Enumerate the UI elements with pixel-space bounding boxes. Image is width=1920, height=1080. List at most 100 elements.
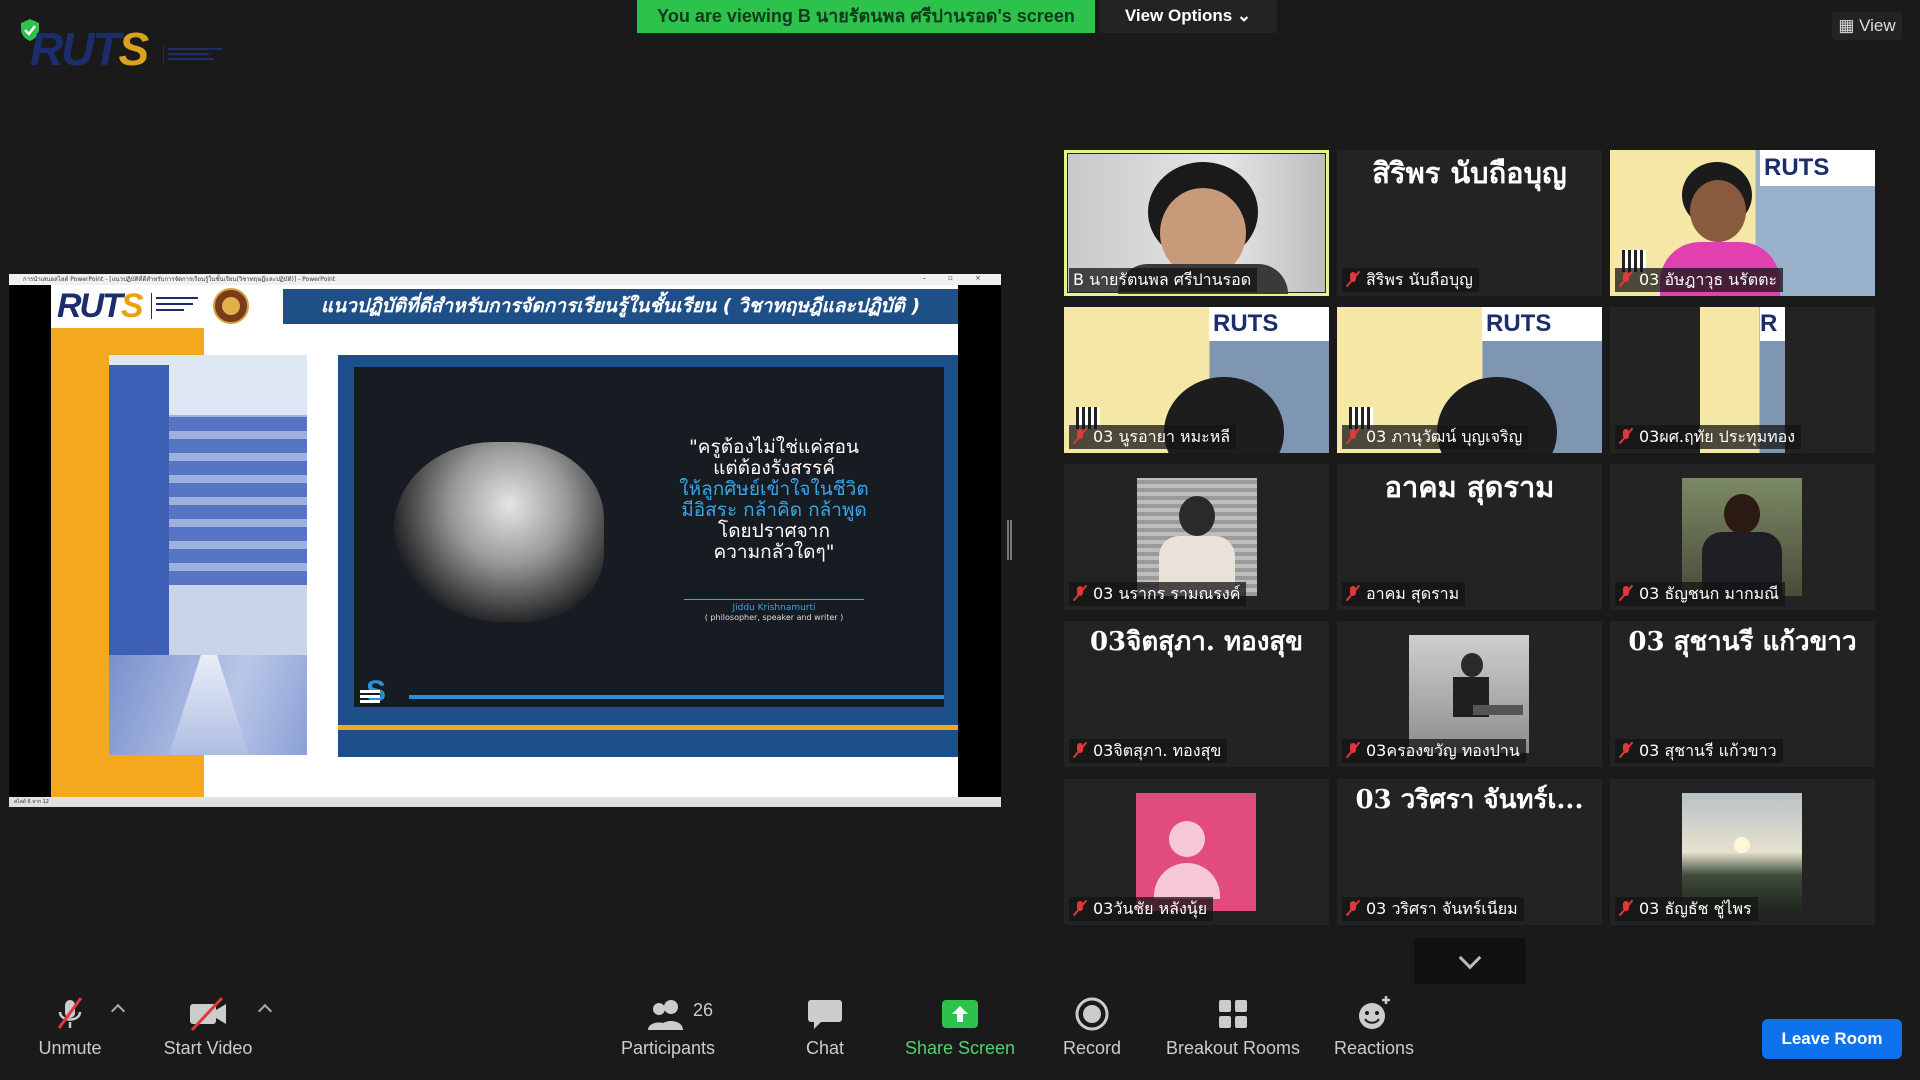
slide-title: แนวปฏิบัติที่ดีสำหรับการจัดการเรียนรู้ใน… [320, 295, 921, 317]
slide-blue-line [409, 695, 944, 699]
participant-name: 03ครองขวัญ ทองปาน [1366, 741, 1520, 760]
participant-tile[interactable]: RUTS 03 ภานุวัฒน์ บุญเจริญ [1337, 307, 1602, 453]
unmute-button[interactable]: Unmute [30, 992, 110, 1059]
participant-name-label: 03จิตสุภา. ทองสุข [1069, 739, 1228, 763]
reactions-icon [1359, 996, 1390, 1029]
quote-panel: "ครูต้องไม่ใช่แค่สอน แต่ต้องรังสรรค์ ให้… [338, 355, 958, 757]
powerpoint-statusbar: สไลด์ 6 จาก 12 [9, 797, 1001, 807]
participant-name: 03 สุชานรี แก้วขาว [1639, 741, 1777, 760]
mic-muted-icon [1073, 427, 1087, 445]
participant-name: 03 นูรอายา หมะหลี [1093, 427, 1231, 446]
start-video-button[interactable]: Start Video [158, 992, 258, 1059]
slide-orange-line [338, 725, 958, 730]
share-screen-icon [942, 1000, 978, 1028]
video-off-icon [190, 996, 226, 1032]
quote-text: "ครูต้องไม่ใช่แค่สอน แต่ต้องรังสรรค์ ให้… [679, 436, 869, 563]
quote-author: Jiddu Krishnamurti ( philosopher, speake… [684, 599, 864, 622]
reactions-button[interactable]: Reactions [1330, 992, 1418, 1059]
participant-tile[interactable]: 03 นรากร รามณรงค์ [1064, 464, 1329, 610]
record-icon [1075, 997, 1109, 1031]
record-button[interactable]: Record [1055, 992, 1129, 1059]
participant-tile[interactable]: 03 สุชานรี แก้วขาว 03 สุชานรี แก้วขาว [1610, 621, 1875, 767]
breakout-rooms-button[interactable]: Breakout Rooms [1160, 992, 1306, 1059]
participant-name-label: 03 อัษฎาวุธ นรัตตะ [1615, 268, 1784, 292]
participant-name: 03จิตสุภา. ทองสุข [1093, 741, 1222, 760]
chat-button[interactable]: Chat [790, 992, 860, 1059]
audio-options-chevron-icon[interactable] [110, 1003, 126, 1019]
shared-screen: การนำเสนอสไลด์ PowerPoint - [แนวปฏิบัติท… [9, 274, 1001, 807]
view-layout-button[interactable]: ▦ View [1832, 12, 1902, 40]
participant-tile[interactable]: RUTS 03 อัษฎาวุธ นรัตตะ [1610, 150, 1875, 296]
participant-name-label: 03ครองขวัญ ทองปาน [1342, 739, 1526, 763]
participant-name-label: สิริพร นับถือบุญ [1342, 268, 1479, 292]
participant-display-name: 03จิตสุภา. ทองสุข [1089, 627, 1304, 657]
participant-name: 03 ธัญธัช ชู่ไพร [1639, 899, 1752, 918]
mic-muted-icon [1073, 899, 1087, 917]
slide-s-icon: S [359, 675, 387, 708]
video-options-chevron-icon[interactable] [257, 1003, 273, 1019]
slide-title-bar: แนวปฏิบัติที่ดีสำหรับการจัดการเรียนรู้ใน… [283, 289, 958, 324]
building-image [109, 355, 307, 755]
participant-tile[interactable]: B นายรัตนพล ศรีปานรอด [1064, 150, 1329, 296]
university-seal-icon [213, 288, 249, 324]
participant-tile[interactable]: อาคม สุดราม อาคม สุดราม [1337, 464, 1602, 610]
krishnamurti-portrait [394, 442, 604, 622]
window-controls: – ▫ × [922, 274, 991, 282]
view-options-button[interactable]: View Options ⌄ [1099, 0, 1277, 33]
participant-name: อาคม สุดราม [1366, 584, 1460, 603]
participant-name-label: 03 สุชานรี แก้วขาว [1615, 739, 1783, 763]
participant-name-label: 03 ธัญชนก มากมณี [1615, 582, 1786, 606]
participant-name-label: 03 นูรอายา หมะหลี [1069, 425, 1237, 449]
leave-room-button[interactable]: Leave Room [1762, 1019, 1902, 1059]
breakout-rooms-icon [1219, 1000, 1247, 1028]
participant-tile[interactable]: สิริพร นับถือบุญ สิริพร นับถือบุญ [1337, 150, 1602, 296]
participant-tile[interactable]: 03จิตสุภา. ทองสุข 03จิตสุภา. ทองสุข [1064, 621, 1329, 767]
participant-tile[interactable]: 03 ธัญธัช ชู่ไพร [1610, 779, 1875, 925]
participant-name-label: B นายรัตนพล ศรีปานรอด [1069, 268, 1258, 292]
mic-muted-icon [1346, 270, 1360, 288]
slide-rut-logo: RUTS [57, 287, 144, 325]
participant-name: 03 ธัญชนก มากมณี [1639, 584, 1780, 603]
participant-display-name: 03 สุชานรี แก้วขาว [1628, 627, 1857, 657]
viewing-screen-banner: You are viewing B นายรัตนพล ศรีปานรอด's … [637, 0, 1095, 33]
mic-muted-icon [1346, 584, 1360, 602]
powerpoint-titlebar: การนำเสนอสไลด์ PowerPoint - [แนวปฏิบัติท… [9, 274, 1001, 285]
participants-icon [648, 1000, 683, 1030]
participant-name: 03 อัษฎาวุธ นรัตตะ [1639, 270, 1778, 289]
participant-tile[interactable]: 03วันชัย หลังนุ้ย [1064, 779, 1329, 925]
split-view-handle[interactable] [1007, 520, 1012, 560]
participant-tile[interactable]: R 03ผศ.ฤทัย ประทุมทอง [1610, 307, 1875, 453]
participant-name: 03 ภานุวัฒน์ บุญเจริญ [1366, 427, 1523, 446]
mic-muted-icon [57, 997, 83, 1029]
participant-name: 03 นรากร รามณรงค์ [1093, 584, 1241, 603]
participant-tile[interactable]: 03 ธัญชนก มากมณี [1610, 464, 1875, 610]
participant-display-name: 03 วริศรา จันทร์เ... [1355, 785, 1584, 815]
share-screen-button[interactable]: Share Screen [900, 992, 1020, 1059]
mic-muted-icon [1346, 741, 1360, 759]
mic-muted-icon [1073, 584, 1087, 602]
participants-button[interactable]: 26 Participants [612, 992, 724, 1059]
participant-name: B นายรัตนพล ศรีปานรอด [1073, 270, 1252, 289]
mic-muted-icon [1619, 741, 1633, 759]
mic-muted-icon [1619, 270, 1633, 288]
participant-display-name: สิริพร นับถือบุญ [1372, 156, 1567, 190]
participant-name: 03ผศ.ฤทัย ประทุมทอง [1639, 427, 1796, 446]
participant-name: 03วันชัย หลังนุ้ย [1093, 899, 1208, 918]
mic-muted-icon [1619, 584, 1633, 602]
rut-logo: RUTS [30, 23, 149, 75]
mic-muted-icon [1073, 741, 1087, 759]
participant-name-label: อาคม สุดราม [1342, 582, 1466, 606]
participant-tile[interactable]: RUTS 03 นูรอายา หมะหลี [1064, 307, 1329, 453]
mic-muted-icon [1346, 427, 1360, 445]
participant-tile[interactable]: 03ครองขวัญ ทองปาน [1337, 621, 1602, 767]
participant-name-label: 03วันชัย หลังนุ้ย [1069, 897, 1214, 921]
participant-tile[interactable]: 03 วริศรา จันทร์เ... 03 วริศรา จันทร์เนีย… [1337, 779, 1602, 925]
participant-name-label: 03 ภานุวัฒน์ บุญเจริญ [1342, 425, 1529, 449]
presentation-slide: RUTS แนวปฏิบัติที่ดีสำหรับการจัดการเรียน… [51, 285, 958, 797]
rut-logo-subtitle [163, 45, 222, 63]
participant-name-label: 03 วริศรา จันทร์เนียม [1342, 897, 1524, 921]
meeting-toolbar: Unmute Start Video 26 Participants Chat … [0, 984, 1920, 1080]
gallery-next-page-button[interactable] [1414, 938, 1526, 988]
participant-name-label: 03ผศ.ฤทัย ประทุมทอง [1615, 425, 1802, 449]
participant-name-label: 03 ธัญธัช ชู่ไพร [1615, 897, 1758, 921]
